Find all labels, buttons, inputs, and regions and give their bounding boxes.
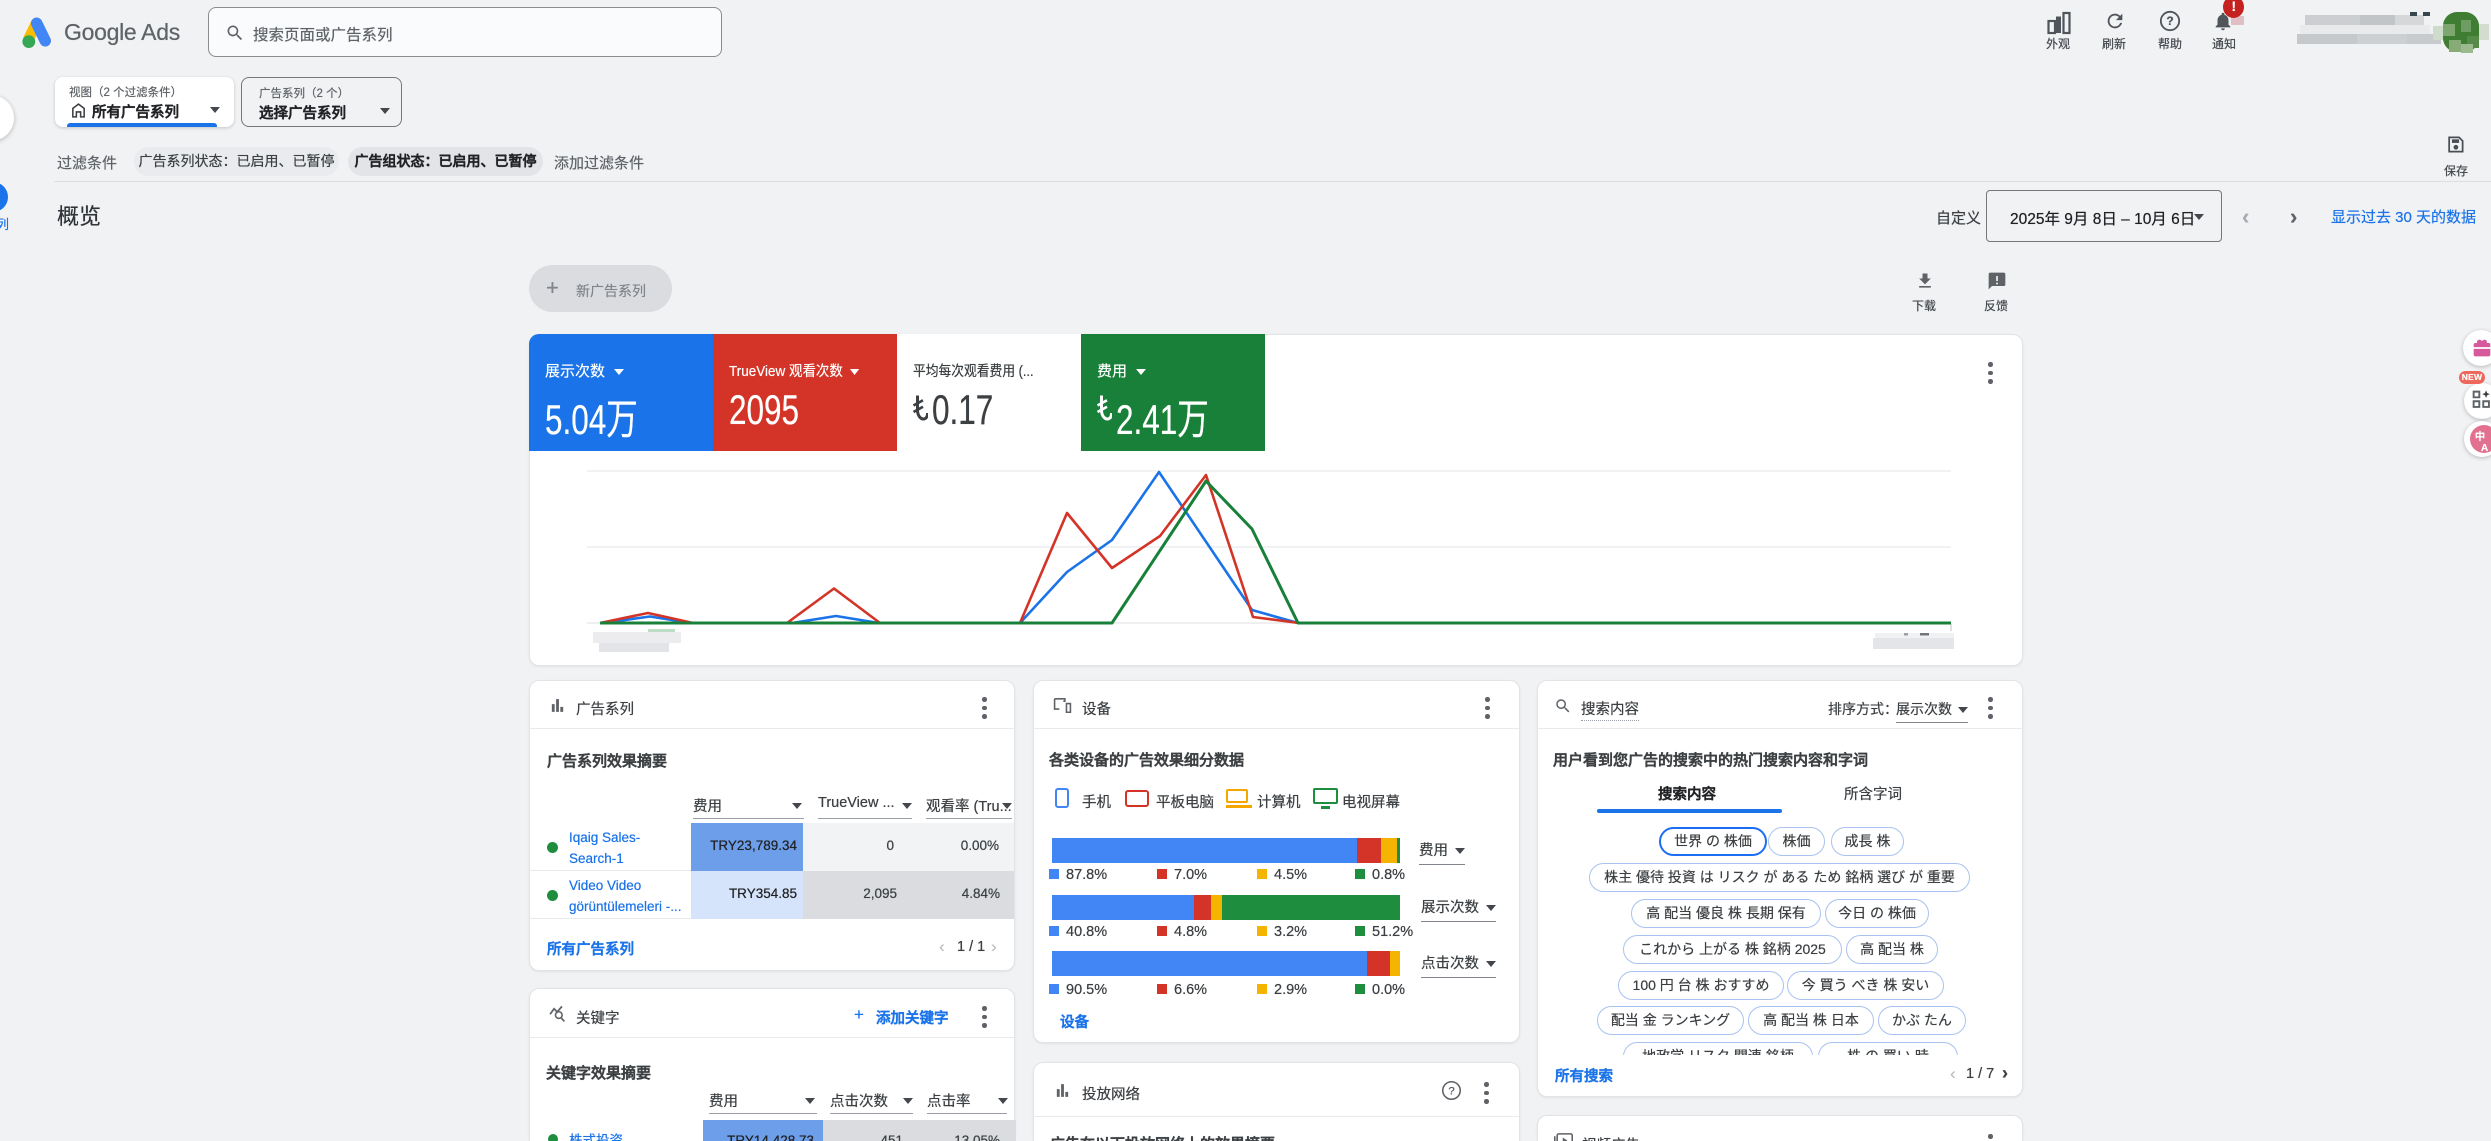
svg-text:?: ? [1448, 1085, 1454, 1097]
svg-text:?: ? [2166, 14, 2173, 28]
